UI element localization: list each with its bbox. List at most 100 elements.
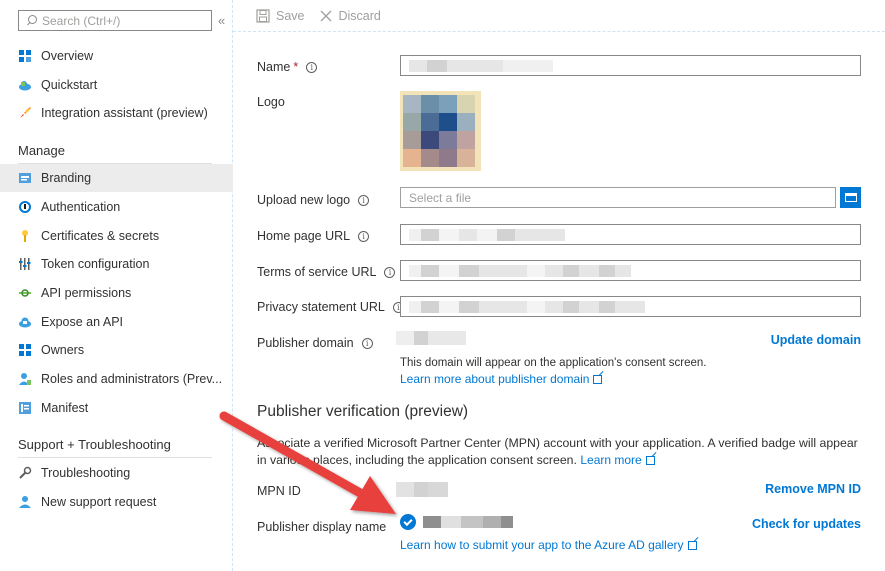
terms-of-service-input[interactable] bbox=[400, 260, 861, 281]
learn-more-link[interactable]: Learn more bbox=[580, 453, 641, 467]
sidebar-item-integration-assistant[interactable]: Integration assistant (preview) bbox=[0, 99, 233, 127]
app-logo-image bbox=[400, 91, 481, 171]
sidebar-item-authentication[interactable]: Authentication bbox=[0, 193, 233, 221]
publisher-display-name-value bbox=[423, 516, 513, 528]
description-text: Associate a verified Microsoft Partner C… bbox=[257, 436, 858, 467]
upload-file-input[interactable]: Select a file bbox=[400, 187, 836, 208]
upload-placeholder: Select a file bbox=[409, 190, 472, 205]
save-icon bbox=[256, 9, 270, 23]
sidebar-item-branding[interactable]: Branding bbox=[0, 164, 233, 192]
sidebar-item-label: Quickstart bbox=[41, 78, 98, 92]
save-label: Save bbox=[276, 9, 305, 23]
divider bbox=[233, 31, 885, 32]
name-label: Name * i bbox=[257, 60, 318, 74]
publisher-domain-label-text: Publisher domain bbox=[257, 336, 354, 350]
sidebar-item-token-configuration[interactable]: Token configuration bbox=[0, 250, 233, 278]
sidebar-item-new-support-request[interactable]: New support request bbox=[0, 488, 233, 516]
command-bar: Save Discard bbox=[256, 7, 395, 25]
name-input[interactable] bbox=[400, 55, 861, 76]
rocket-icon bbox=[18, 106, 32, 120]
upload-logo-label-text: Upload new logo bbox=[257, 193, 351, 207]
search-placeholder: Search (Ctrl+/) bbox=[42, 13, 121, 28]
sidebar-item-certificates[interactable]: Certificates & secrets bbox=[0, 222, 233, 250]
privacy-statement-input[interactable] bbox=[400, 296, 861, 317]
support-section-header: Support + Troubleshooting bbox=[18, 437, 171, 452]
learn-domain-link[interactable]: Learn more about publisher domain bbox=[400, 372, 603, 386]
name-label-text: Name bbox=[257, 60, 291, 74]
discard-label: Discard bbox=[338, 9, 381, 23]
close-icon bbox=[319, 9, 333, 23]
authentication-icon bbox=[18, 200, 32, 214]
sidebar-item-label: Overview bbox=[41, 49, 94, 63]
external-link-icon bbox=[645, 456, 655, 465]
folder-icon bbox=[844, 193, 857, 202]
publisher-verification-heading: Publisher verification (preview) bbox=[257, 403, 469, 420]
support-person-icon bbox=[18, 495, 32, 509]
wrench-icon bbox=[18, 466, 32, 480]
search-icon bbox=[26, 15, 37, 26]
homepage-url-label: Home page URL i bbox=[257, 229, 370, 243]
sidebar-item-label: Authentication bbox=[41, 200, 121, 214]
info-icon[interactable]: i bbox=[361, 337, 373, 349]
sidebar-item-label: Expose an API bbox=[41, 315, 124, 329]
roles-person-icon bbox=[18, 372, 32, 386]
sidebar-item-label: Troubleshooting bbox=[41, 466, 131, 480]
expose-api-cloud-icon bbox=[18, 315, 32, 329]
check-for-updates-link[interactable]: Check for updates bbox=[752, 517, 861, 531]
branding-icon bbox=[18, 171, 32, 185]
publisher-display-name-label: Publisher display name bbox=[257, 520, 387, 534]
publisher-domain-value bbox=[396, 331, 466, 345]
terms-of-service-label: Terms of service URL i bbox=[257, 265, 396, 279]
info-icon[interactable]: i bbox=[384, 266, 396, 278]
publisher-domain-label: Publisher domain i bbox=[257, 336, 373, 350]
sidebar-item-roles-administrators[interactable]: Roles and administrators (Prev... bbox=[0, 365, 233, 393]
manage-section-header: Manage bbox=[18, 143, 65, 158]
publisher-verification-description: Associate a verified Microsoft Partner C… bbox=[257, 435, 862, 469]
azure-ad-gallery-link[interactable]: Learn how to submit your app to the Azur… bbox=[400, 538, 697, 552]
sidebar-item-manifest[interactable]: Manifest bbox=[0, 394, 233, 422]
sidebar-item-label: Certificates & secrets bbox=[41, 229, 160, 243]
required-mark: * bbox=[293, 60, 299, 74]
overview-icon bbox=[18, 49, 32, 63]
upload-logo-label: Upload new logo i bbox=[257, 193, 370, 207]
sidebar-item-label: Integration assistant (preview) bbox=[41, 106, 208, 120]
sidebar-item-overview[interactable]: Overview bbox=[0, 42, 233, 70]
sidebar-item-troubleshooting[interactable]: Troubleshooting bbox=[0, 459, 233, 487]
sidebar-item-label: Manifest bbox=[41, 401, 89, 415]
api-permissions-icon bbox=[18, 286, 32, 300]
browse-folder-button[interactable] bbox=[840, 187, 861, 208]
info-icon[interactable]: i bbox=[358, 230, 370, 242]
sidebar-item-api-permissions[interactable]: API permissions bbox=[0, 279, 233, 307]
sidebar-item-label: Branding bbox=[41, 171, 92, 185]
sidebar-item-label: Owners bbox=[41, 343, 85, 357]
search-input[interactable]: Search (Ctrl+/) bbox=[18, 10, 212, 31]
update-domain-link[interactable]: Update domain bbox=[771, 333, 861, 347]
key-icon bbox=[18, 229, 32, 243]
sidebar-item-owners[interactable]: Owners bbox=[0, 336, 233, 364]
token-bars-icon bbox=[18, 257, 32, 271]
learn-domain-text: Learn more about publisher domain bbox=[400, 372, 590, 386]
info-icon[interactable]: i bbox=[358, 194, 370, 206]
sidebar-item-label: Roles and administrators (Prev... bbox=[41, 372, 223, 386]
collapse-sidebar-icon[interactable]: « bbox=[218, 13, 225, 28]
external-link-icon bbox=[593, 375, 603, 384]
sidebar-item-quickstart[interactable]: Quickstart bbox=[0, 71, 233, 99]
sidebar: Search (Ctrl+/) « Overview Quickstart In… bbox=[0, 0, 233, 571]
homepage-url-label-text: Home page URL bbox=[257, 229, 351, 243]
info-icon[interactable]: i bbox=[306, 61, 318, 73]
save-button[interactable]: Save bbox=[256, 9, 305, 23]
logo-label: Logo bbox=[257, 95, 285, 109]
app-registration-branding-page: Search (Ctrl+/) « Overview Quickstart In… bbox=[0, 0, 885, 571]
owners-grid-icon bbox=[18, 343, 32, 357]
quickstart-cloud-icon bbox=[18, 78, 32, 92]
mpn-id-value bbox=[396, 482, 448, 497]
homepage-url-input[interactable] bbox=[400, 224, 861, 245]
divider bbox=[18, 457, 212, 458]
discard-button[interactable]: Discard bbox=[319, 9, 381, 23]
domain-note: This domain will appear on the applicati… bbox=[400, 357, 707, 369]
sidebar-item-expose-api[interactable]: Expose an API bbox=[0, 308, 233, 336]
sidebar-item-label: New support request bbox=[41, 495, 157, 509]
privacy-statement-label: Privacy statement URL i bbox=[257, 300, 404, 314]
privacy-statement-label-text: Privacy statement URL bbox=[257, 300, 385, 314]
remove-mpn-id-link[interactable]: Remove MPN ID bbox=[765, 482, 861, 496]
